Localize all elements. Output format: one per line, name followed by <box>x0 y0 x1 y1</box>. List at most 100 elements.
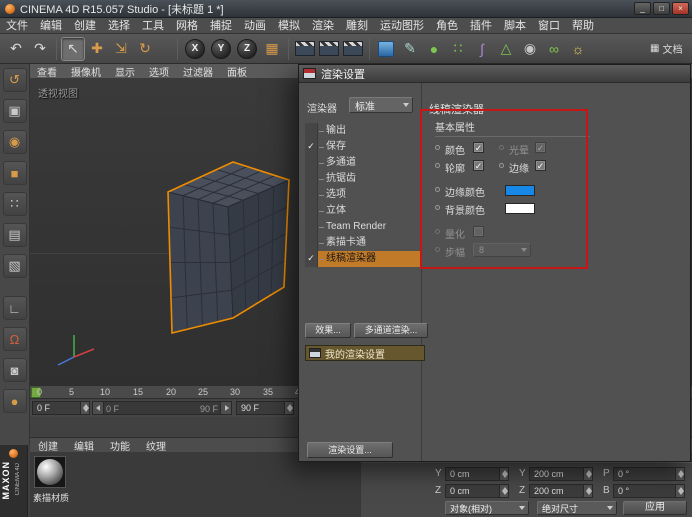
item-checkbox[interactable] <box>305 235 318 251</box>
keyframe-dot-icon[interactable] <box>435 163 440 168</box>
item-checkbox[interactable] <box>305 123 318 139</box>
color-checkbox[interactable]: ✓ <box>473 142 484 153</box>
spinner-arrows-icon[interactable] <box>675 468 684 480</box>
list-item-save[interactable]: ✓ 保存 <box>305 139 420 155</box>
keyframe-dot-icon[interactable] <box>435 229 440 234</box>
material-menu-edit[interactable]: 编辑 <box>66 438 102 453</box>
metaball-button[interactable]: ∞ <box>542 37 566 61</box>
size-y-field[interactable]: 200 cm <box>529 467 593 481</box>
dialog-splitter[interactable] <box>421 83 422 461</box>
subdivision-surface-button[interactable]: ● <box>422 37 446 61</box>
keyframe-dot-icon[interactable] <box>499 163 504 168</box>
menu-item-window[interactable]: 窗口 <box>532 18 566 34</box>
item-checkbox[interactable]: ✓ <box>305 139 318 155</box>
spinner-arrows-icon[interactable] <box>675 485 684 497</box>
rotation-b-field[interactable]: 0 ° <box>613 484 685 498</box>
layout-switcher[interactable]: ▦ 文档 <box>650 41 688 56</box>
list-item-output[interactable]: 输出 <box>305 123 420 139</box>
list-item-multipass[interactable]: 多通道 <box>305 155 420 171</box>
viewport-menu-panel[interactable]: 面板 <box>220 64 254 79</box>
undo-button[interactable]: ↶ <box>4 37 28 61</box>
menu-item-render[interactable]: 渲染 <box>306 18 340 34</box>
spinner-arrows-icon[interactable] <box>499 468 508 480</box>
rotation-p-field[interactable]: 0 ° <box>613 467 685 481</box>
edge-checkbox[interactable]: ✓ <box>535 160 546 171</box>
primitive-cube-button[interactable] <box>374 37 398 61</box>
menu-item-animate[interactable]: 动画 <box>238 18 272 34</box>
stride-select[interactable]: 8 <box>473 243 531 257</box>
redo-button[interactable]: ↷ <box>28 37 52 61</box>
quantize-checkbox[interactable] <box>473 226 484 237</box>
list-item-antialiasing[interactable]: 抗锯齿 <box>305 171 420 187</box>
snap-toggle-button[interactable]: Ω <box>3 327 27 351</box>
menu-item-tools[interactable]: 工具 <box>136 18 170 34</box>
list-item-sketch-renderer[interactable]: ✓ 线稿渲染器 <box>305 251 420 267</box>
spline-pen-button[interactable]: ✎ <box>398 37 422 61</box>
menu-item-select[interactable]: 选择 <box>102 18 136 34</box>
workplane-button[interactable]: ∟ <box>3 296 27 320</box>
menu-item-create[interactable]: 创建 <box>68 18 102 34</box>
slider-left-arrow-icon[interactable] <box>93 402 104 414</box>
item-checkbox[interactable] <box>305 203 318 219</box>
spinner-arrows-icon[interactable] <box>583 485 592 497</box>
bend-deformer-button[interactable]: ∫ <box>470 37 494 61</box>
material-menu-create[interactable]: 创建 <box>30 438 66 453</box>
menu-item-plugins[interactable]: 插件 <box>464 18 498 34</box>
material-menu-function[interactable]: 功能 <box>102 438 138 453</box>
item-checkbox[interactable]: ✓ <box>305 251 318 267</box>
move-button[interactable]: ✚ <box>85 37 109 61</box>
item-checkbox[interactable] <box>305 155 318 171</box>
spinner-arrows-icon[interactable] <box>583 468 592 480</box>
menu-item-sculpt[interactable]: 雕刻 <box>340 18 374 34</box>
list-item-stereo[interactable]: 立体 <box>305 203 420 219</box>
position-z-field[interactable]: 0 cm <box>445 484 509 498</box>
outline-checkbox[interactable]: ✓ <box>473 160 484 171</box>
render-settings-toolbar-button[interactable] <box>341 37 365 61</box>
texture-mode-button[interactable]: ◉ <box>3 130 27 154</box>
scale-button[interactable]: ⇲ <box>109 37 133 61</box>
menu-item-motion-graphics[interactable]: 运动图形 <box>374 18 430 34</box>
list-item-team-render[interactable]: Team Render <box>305 219 420 235</box>
current-frame-spinner[interactable]: 0 F <box>32 401 90 415</box>
slider-right-arrow-icon[interactable] <box>220 402 231 414</box>
coordinate-mode-select[interactable]: 对象(相对) <box>445 501 529 515</box>
list-item-options[interactable]: 选项 <box>305 187 420 203</box>
y-axis-lock-button[interactable]: Y <box>211 39 231 59</box>
spinner-arrows-icon[interactable] <box>499 485 508 497</box>
keyframe-dot-icon[interactable] <box>499 145 504 150</box>
menu-item-character[interactable]: 角色 <box>430 18 464 34</box>
item-checkbox[interactable] <box>305 171 318 187</box>
keyframe-dot-icon[interactable] <box>435 205 440 210</box>
viewport-menu-options[interactable]: 选项 <box>142 64 176 79</box>
model-mode-button[interactable]: ▣ <box>3 99 27 123</box>
spinner-arrows-icon[interactable] <box>284 402 293 414</box>
keyframe-dot-icon[interactable] <box>435 145 440 150</box>
viewport-solo-button[interactable]: ● <box>3 389 27 413</box>
size-mode-select[interactable]: 绝对尺寸 <box>537 501 617 515</box>
spinner-arrows-icon[interactable] <box>80 402 89 414</box>
edge-color-swatch[interactable] <box>505 185 535 196</box>
edge-mode-button[interactable]: ▤ <box>3 223 27 247</box>
keyframe-dot-icon[interactable] <box>435 247 440 252</box>
material-thumbnail[interactable] <box>34 456 66 488</box>
menu-item-help[interactable]: 帮助 <box>566 18 600 34</box>
cube-mesh[interactable] <box>150 149 310 349</box>
item-checkbox[interactable] <box>305 187 318 203</box>
menu-item-script[interactable]: 脚本 <box>498 18 532 34</box>
render-region-button[interactable] <box>317 37 341 61</box>
render-view-button[interactable] <box>293 37 317 61</box>
lock-workplane-button[interactable]: ◙ <box>3 358 27 382</box>
size-z-field[interactable]: 200 cm <box>529 484 593 498</box>
viewport-menu-filter[interactable]: 过滤器 <box>176 64 220 79</box>
camera-button[interactable]: ◉ <box>518 37 542 61</box>
object-axis-button[interactable]: ■ <box>3 161 27 185</box>
light-button[interactable]: ☼ <box>566 37 590 61</box>
multipass-button[interactable]: 多通道渲染... <box>354 323 428 338</box>
maximize-button[interactable]: □ <box>653 2 670 15</box>
effects-button[interactable]: 效果... <box>305 323 351 338</box>
background-color-swatch[interactable] <box>505 203 535 214</box>
x-axis-lock-button[interactable]: X <box>185 39 205 59</box>
end-frame-spinner[interactable]: 90 F <box>236 401 294 415</box>
cloner-button[interactable]: ∷ <box>446 37 470 61</box>
menu-item-edit[interactable]: 编辑 <box>34 18 68 34</box>
